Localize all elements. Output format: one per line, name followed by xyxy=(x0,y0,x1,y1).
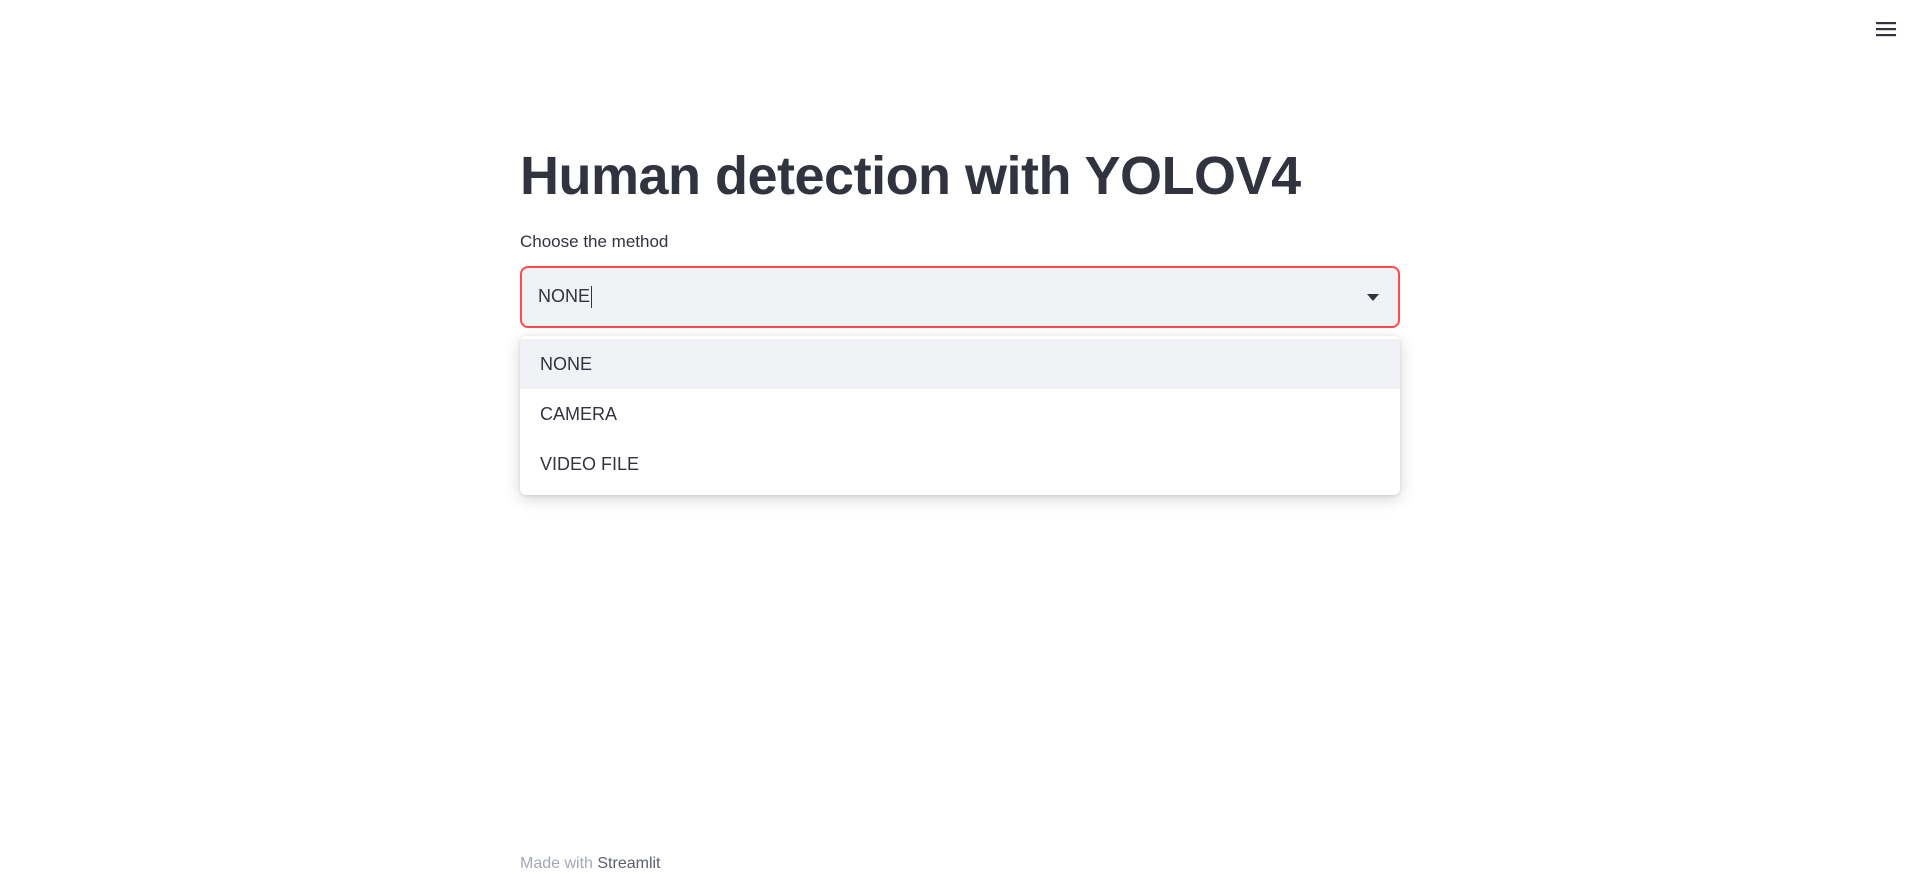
hamburger-menu-button[interactable] xyxy=(1872,15,1900,43)
option-none[interactable]: NONE xyxy=(520,339,1400,389)
text-cursor xyxy=(591,286,593,309)
page-title: Human detection with YOLOV4 xyxy=(520,146,1301,206)
footer-prefix: Made with xyxy=(520,855,598,872)
select-current-value[interactable]: NONE xyxy=(538,286,593,309)
option-video-file[interactable]: VIDEO FILE xyxy=(520,439,1400,489)
streamlit-link[interactable]: Streamlit xyxy=(597,855,660,872)
footer: Made with Streamlit xyxy=(520,852,661,876)
option-camera[interactable]: CAMERA xyxy=(520,389,1400,439)
hamburger-menu-icon xyxy=(1875,20,1897,38)
select-label: Choose the method xyxy=(520,232,669,251)
caret-down-icon[interactable] xyxy=(1366,292,1380,302)
method-select[interactable]: NONE xyxy=(520,266,1400,328)
select-dropdown-menu: NONE CAMERA VIDEO FILE xyxy=(520,336,1400,495)
